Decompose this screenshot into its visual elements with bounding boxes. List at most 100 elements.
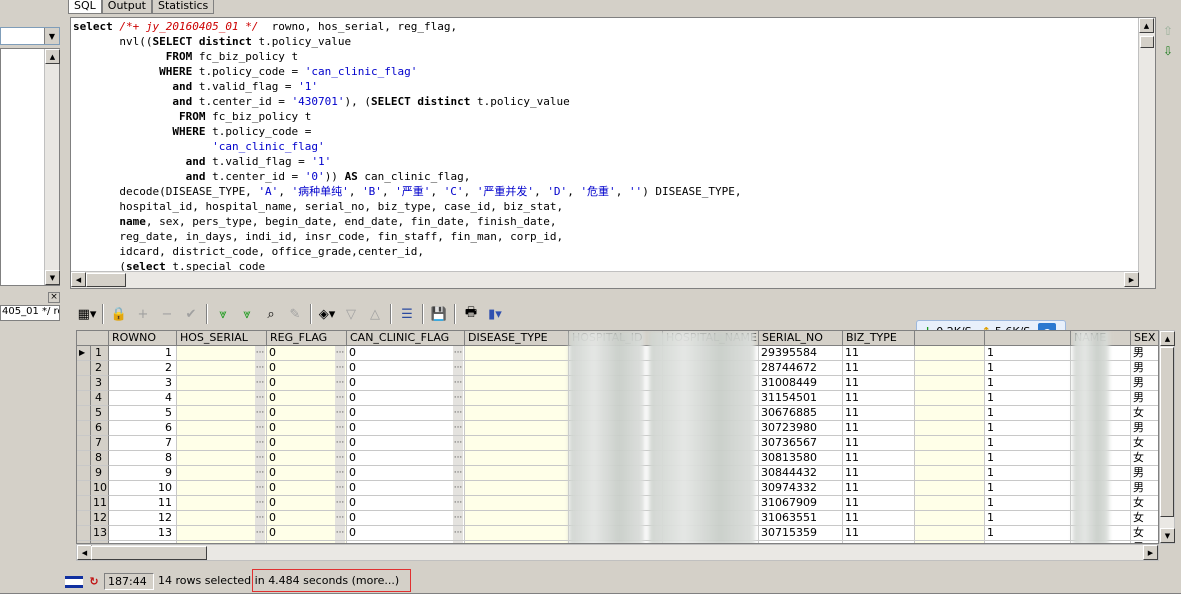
cell-sex[interactable]: 女 xyxy=(1131,406,1158,421)
cell-disease-type[interactable] xyxy=(465,406,569,421)
cell-reg-flag[interactable]: 0 xyxy=(267,451,347,466)
column-header[interactable]: HOS_SERIAL xyxy=(177,331,267,346)
row-indicator[interactable] xyxy=(77,526,91,541)
scroll-up-icon[interactable]: ▲ xyxy=(1139,18,1154,33)
cell-biz-type[interactable]: 11 xyxy=(843,436,915,451)
sql-text[interactable]: select /*+ jy_20160405_01 */ rowno, hos_… xyxy=(73,19,742,274)
cell-reg-flag[interactable]: 0 xyxy=(267,496,347,511)
cell-biz-type[interactable]: 11 xyxy=(843,451,915,466)
cell-can-clinic-flag[interactable]: 0 xyxy=(347,496,465,511)
scroll-down-icon[interactable]: ▼ xyxy=(1160,528,1175,543)
cell-hos-serial[interactable] xyxy=(177,511,267,526)
cell-extra[interactable] xyxy=(915,346,985,361)
cell-can-clinic-flag[interactable]: 0 xyxy=(347,391,465,406)
cell-extra[interactable]: 1 xyxy=(985,451,1071,466)
cell-rowno[interactable]: 4 xyxy=(109,391,177,406)
cell-extra[interactable] xyxy=(915,391,985,406)
cell-hos-serial[interactable] xyxy=(177,481,267,496)
row-number[interactable]: 8 xyxy=(91,451,109,466)
cell-extra[interactable]: 1 xyxy=(985,376,1071,391)
column-header[interactable]: SEX xyxy=(1131,331,1158,346)
cell-rowno[interactable]: 9 xyxy=(109,466,177,481)
cell-serial-no[interactable]: 28744672 xyxy=(759,361,843,376)
cell-rowno[interactable]: 6 xyxy=(109,421,177,436)
cell-disease-type[interactable] xyxy=(465,526,569,541)
cell-disease-type[interactable] xyxy=(465,376,569,391)
cell-hos-serial[interactable] xyxy=(177,496,267,511)
tab-statistics[interactable]: Statistics xyxy=(152,0,215,14)
cell-biz-type[interactable]: 11 xyxy=(843,406,915,421)
cell-reg-flag[interactable]: 0 xyxy=(267,436,347,451)
column-header[interactable]: ROWNO xyxy=(109,331,177,346)
cell-hos-serial[interactable] xyxy=(177,526,267,541)
cell-extra[interactable] xyxy=(915,466,985,481)
row-number[interactable]: 4 xyxy=(91,391,109,406)
query-by-example-icon[interactable]: ◈▾ xyxy=(316,303,338,325)
cell-extra[interactable] xyxy=(915,421,985,436)
cell-rowno[interactable]: 11 xyxy=(109,496,177,511)
cell-rowno[interactable]: 5 xyxy=(109,406,177,421)
row-indicator[interactable] xyxy=(77,436,91,451)
lock-icon[interactable]: 🔒 xyxy=(108,303,130,325)
scroll-thumb[interactable] xyxy=(1140,36,1154,48)
cell-reg-flag[interactable]: 0 xyxy=(267,406,347,421)
row-number[interactable]: 7 xyxy=(91,436,109,451)
cell-serial-no[interactable]: 30813580 xyxy=(759,451,843,466)
add-record-icon[interactable]: + xyxy=(132,303,154,325)
cell-rowno[interactable]: 10 xyxy=(109,481,177,496)
cell-extra[interactable]: 1 xyxy=(985,526,1071,541)
cell-hos-serial[interactable] xyxy=(177,361,267,376)
cell-biz-type[interactable]: 11 xyxy=(843,346,915,361)
cell-extra[interactable]: 1 xyxy=(985,346,1071,361)
editor-vertical-scrollbar[interactable]: ▲ xyxy=(1138,18,1155,288)
cell-extra[interactable] xyxy=(915,511,985,526)
cell-extra[interactable]: 1 xyxy=(985,436,1071,451)
cell-reg-flag[interactable]: 0 xyxy=(267,391,347,406)
cell-sex[interactable]: 男 xyxy=(1131,421,1158,436)
chevron-down-icon[interactable]: ▼ xyxy=(44,28,59,44)
sql-editor[interactable]: select /*+ jy_20160405_01 */ rowno, hos_… xyxy=(70,17,1156,289)
cell-rowno[interactable]: 13 xyxy=(109,526,177,541)
row-number[interactable]: 9 xyxy=(91,466,109,481)
row-indicator[interactable] xyxy=(77,466,91,481)
column-header[interactable]: REG_FLAG xyxy=(267,331,347,346)
cell-extra[interactable]: 1 xyxy=(985,511,1071,526)
cell-extra[interactable] xyxy=(915,436,985,451)
cell-serial-no[interactable]: 29395584 xyxy=(759,346,843,361)
cell-biz-type[interactable]: 11 xyxy=(843,466,915,481)
chart-icon[interactable]: ▮▾ xyxy=(484,303,506,325)
print-icon[interactable]: 🖶 xyxy=(460,303,482,325)
close-icon[interactable]: × xyxy=(48,292,60,303)
scroll-down-icon[interactable]: ▼ xyxy=(45,270,60,285)
cell-hos-serial[interactable] xyxy=(177,376,267,391)
scroll-up-icon[interactable]: ▲ xyxy=(1160,331,1175,346)
cell-biz-type[interactable]: 11 xyxy=(843,511,915,526)
cell-serial-no[interactable]: 30974332 xyxy=(759,481,843,496)
scroll-right-icon[interactable]: ▶ xyxy=(1143,545,1158,560)
cell-biz-type[interactable]: 11 xyxy=(843,361,915,376)
refresh-icon[interactable]: ↻ xyxy=(84,575,104,589)
cell-reg-flag[interactable]: 0 xyxy=(267,361,347,376)
previous-record-icon[interactable]: ▽ xyxy=(340,303,362,325)
cell-reg-flag[interactable]: 0 xyxy=(267,526,347,541)
grid-vertical-scrollbar[interactable]: ▲ ▼ xyxy=(1159,330,1175,544)
row-number[interactable]: 5 xyxy=(91,406,109,421)
cell-extra[interactable] xyxy=(915,361,985,376)
cell-sex[interactable]: 女 xyxy=(1131,436,1158,451)
cell-serial-no[interactable]: 30844432 xyxy=(759,466,843,481)
cell-extra[interactable] xyxy=(915,481,985,496)
cell-sex[interactable]: 女 xyxy=(1131,511,1158,526)
cell-can-clinic-flag[interactable]: 0 xyxy=(347,466,465,481)
post-changes-icon[interactable]: ✔ xyxy=(180,303,202,325)
row-indicator[interactable] xyxy=(77,406,91,421)
object-list[interactable]: ▲ ▼ xyxy=(0,48,60,286)
row-indicator[interactable] xyxy=(77,361,91,376)
scroll-left-icon[interactable]: ◀ xyxy=(77,545,92,560)
cell-extra[interactable]: 1 xyxy=(985,466,1071,481)
cell-rowno[interactable]: 2 xyxy=(109,361,177,376)
cell-hos-serial[interactable] xyxy=(177,421,267,436)
row-number[interactable]: 13 xyxy=(91,526,109,541)
cell-extra[interactable] xyxy=(915,376,985,391)
cell-can-clinic-flag[interactable]: 0 xyxy=(347,511,465,526)
cell-hos-serial[interactable] xyxy=(177,436,267,451)
